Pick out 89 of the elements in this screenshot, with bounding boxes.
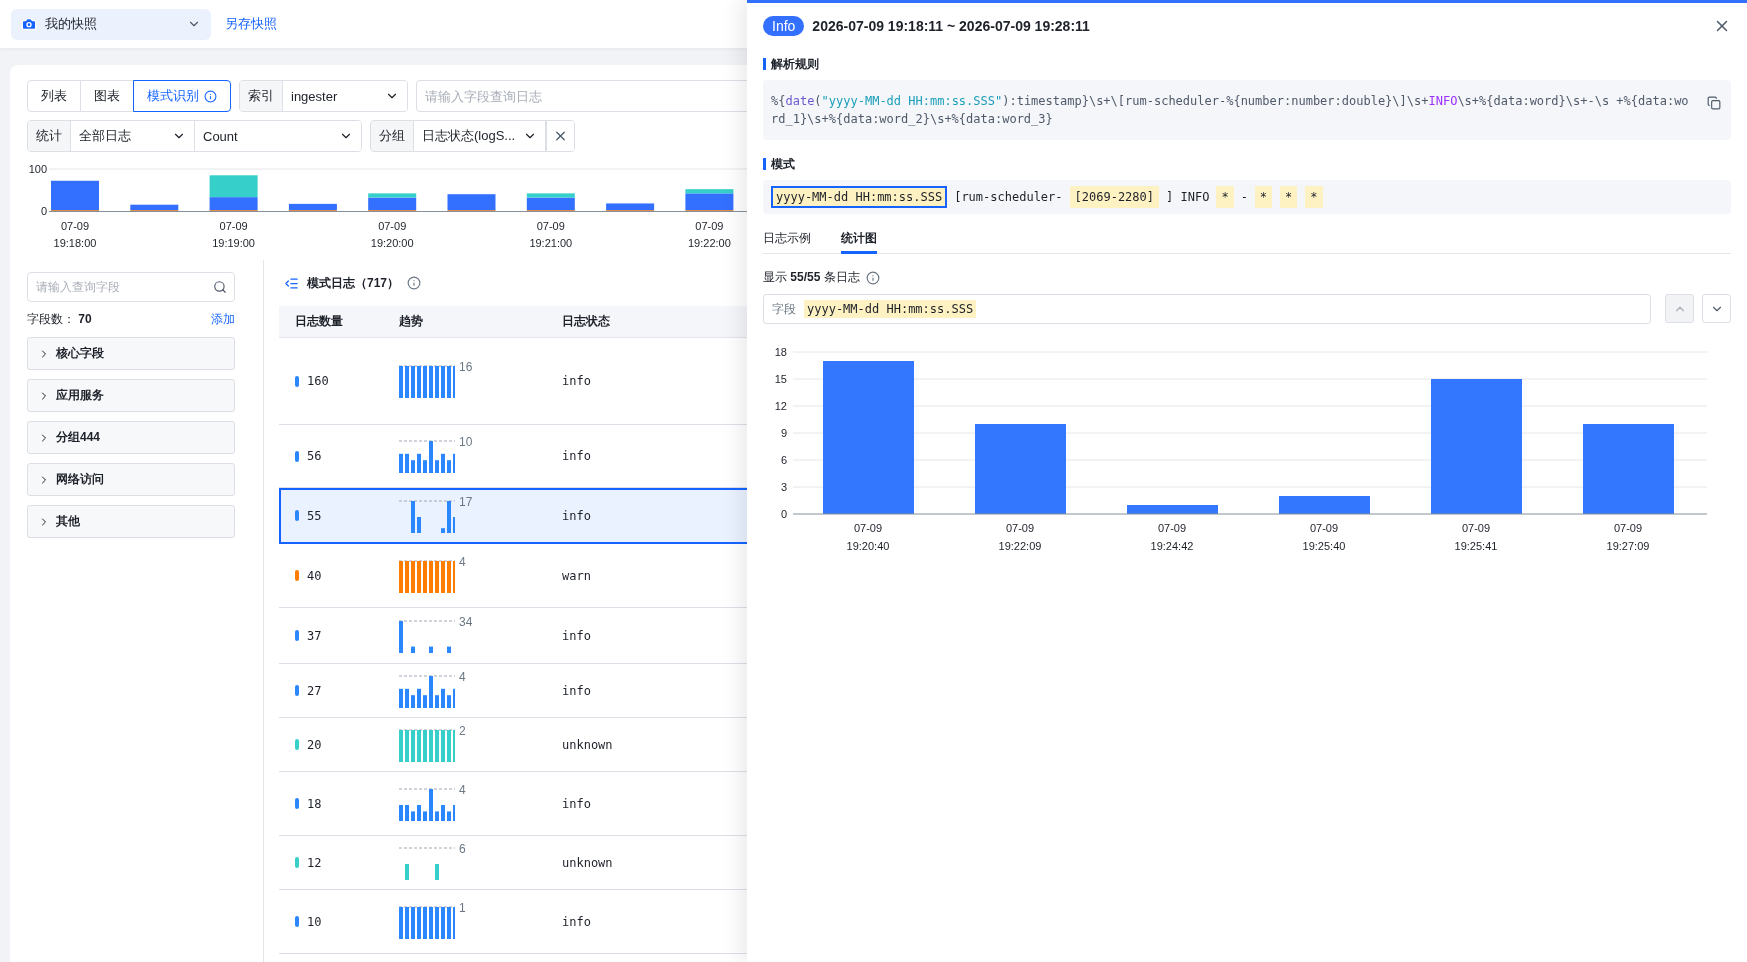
drawer-title: 2026-07-09 19:18:11 ~ 2026-07-09 19:28:11: [812, 17, 1091, 34]
level-badge: Info: [763, 15, 805, 36]
axis-label: 07-09 19:27:09: [1606, 522, 1650, 552]
trend-max: 17: [459, 494, 473, 509]
count-cell: 27: [307, 683, 322, 698]
field-count: 70: [78, 312, 92, 326]
axis-label: 07-09 19:21:00: [529, 220, 573, 249]
axis-label: 12: [774, 400, 787, 412]
summary-text: 显示 55/55 条日志: [763, 269, 860, 286]
count-cell: 37: [307, 628, 322, 643]
trend-max: 6: [459, 841, 466, 856]
trend-max: 4: [459, 782, 466, 797]
status-cell: info: [562, 914, 591, 929]
add-link[interactable]: 添加: [211, 311, 235, 328]
detail-tab[interactable]: 日志示例: [763, 226, 811, 254]
trend-max: 4: [459, 554, 466, 569]
field-select[interactable]: 字段 yyyy-MM-dd HH:mm:ss.SSS: [763, 294, 1651, 324]
view-tab[interactable]: 模式识别: [133, 80, 231, 112]
axis-label: 07-09 19:20:00: [370, 220, 414, 249]
column-header: 趋势: [399, 313, 424, 330]
pattern-variable[interactable]: yyyy-MM-dd HH:mm:ss.SSS: [771, 186, 948, 208]
field-group[interactable]: 网络访问: [27, 463, 235, 496]
trend-max: 34: [459, 614, 473, 629]
field-group[interactable]: 核心字段: [27, 337, 235, 370]
axis-label: 07-09 19:18:00: [53, 220, 97, 249]
count-cell: 40: [307, 568, 322, 583]
status-cell: unknown: [562, 855, 613, 870]
view-tab[interactable]: 图表: [80, 80, 134, 112]
count-cell: 10: [307, 914, 322, 929]
count-cell: 12: [307, 855, 322, 870]
field-search[interactable]: 请输入查询字段: [27, 272, 235, 302]
rule-code: %{date("yyyy-MM-dd HH:mm:ss.SSS"):timestamp}\s+\[rum-scheduler-%{number:number:double}\]\s+INFO\s+%{data:word}\s+-\s +%{data:word_1}\s+%{data:word_2}\s+%{data:word_3}: [771, 93, 1690, 128]
group-select[interactable]: 分组 日志状态(logS...: [370, 120, 575, 152]
column-header: 日志数量: [295, 313, 344, 330]
trend-max: 1: [459, 900, 466, 915]
field-group[interactable]: 分组444: [27, 421, 235, 454]
pattern-variable[interactable]: [2069-2280]: [1069, 186, 1160, 208]
axis-label: 07-09 19:25:40: [1302, 522, 1346, 552]
axis-label: 07-09 19:22:09: [998, 522, 1042, 552]
axis-label: 9: [780, 427, 787, 439]
trend-max: 4: [459, 669, 466, 684]
trend-max: 16: [459, 360, 473, 374]
axis-label: 15: [774, 373, 787, 385]
field-group[interactable]: 其他: [27, 505, 235, 538]
trend-max: 2: [459, 723, 466, 738]
view-tab[interactable]: 列表: [27, 80, 81, 112]
column-header: 日志状态: [562, 313, 611, 330]
snapshot-dropdown[interactable]: 我的快照: [11, 8, 211, 40]
axis-label: 07-09 19:25:41: [1454, 522, 1498, 552]
count-cell: 55: [307, 508, 322, 523]
save-snapshot-link[interactable]: 另存快照: [225, 15, 277, 33]
status-cell: info: [562, 508, 591, 523]
axis-label: 100: [28, 163, 47, 175]
axis-label: 07-09 19:22:00: [688, 220, 731, 249]
count-cell: 56: [307, 449, 322, 463]
pattern-variable[interactable]: *: [1254, 186, 1273, 208]
status-cell: info: [562, 796, 591, 811]
section-heading: 解析规则: [763, 58, 1731, 70]
section-heading: 模式: [763, 158, 1731, 170]
count-cell: 20: [307, 737, 322, 752]
axis-label: 07-09 19:20:40: [846, 522, 890, 552]
status-cell: warn: [562, 568, 591, 583]
index-select[interactable]: 索引 ingester: [239, 80, 408, 112]
axis-label: 07-09 19:24:42: [1150, 522, 1194, 552]
status-cell: unknown: [562, 737, 613, 752]
pattern-text: -: [1239, 189, 1249, 206]
axis-label: 18: [774, 346, 787, 358]
pattern-variable[interactable]: *: [1280, 186, 1298, 208]
status-cell: info: [562, 374, 591, 388]
pattern-text: ] INFO: [1165, 189, 1211, 206]
axis-label: 3: [780, 481, 787, 493]
detail-tab[interactable]: 统计图: [841, 226, 877, 254]
count-cell: 18: [307, 796, 322, 811]
axis-label: 0: [40, 205, 47, 217]
axis-label: 6: [780, 454, 787, 466]
table-title: 模式日志（717）: [307, 274, 400, 292]
field-group[interactable]: 应用服务: [27, 379, 235, 412]
count-cell: 160: [307, 374, 329, 388]
pattern-variable[interactable]: *: [1216, 186, 1234, 208]
status-cell: info: [562, 449, 591, 463]
pattern-variable[interactable]: *: [1305, 186, 1323, 208]
field-count-label: 字段数：: [27, 312, 75, 326]
status-cell: info: [562, 628, 591, 643]
pattern-text: [rum-scheduler-: [953, 189, 1064, 206]
axis-label: 07-09 19:19:00: [212, 220, 255, 249]
axis-label: 0: [780, 508, 787, 520]
trend-max: 10: [459, 435, 473, 449]
stat-select[interactable]: 统计 全部日志 Count: [27, 120, 362, 152]
status-cell: info: [562, 683, 591, 698]
